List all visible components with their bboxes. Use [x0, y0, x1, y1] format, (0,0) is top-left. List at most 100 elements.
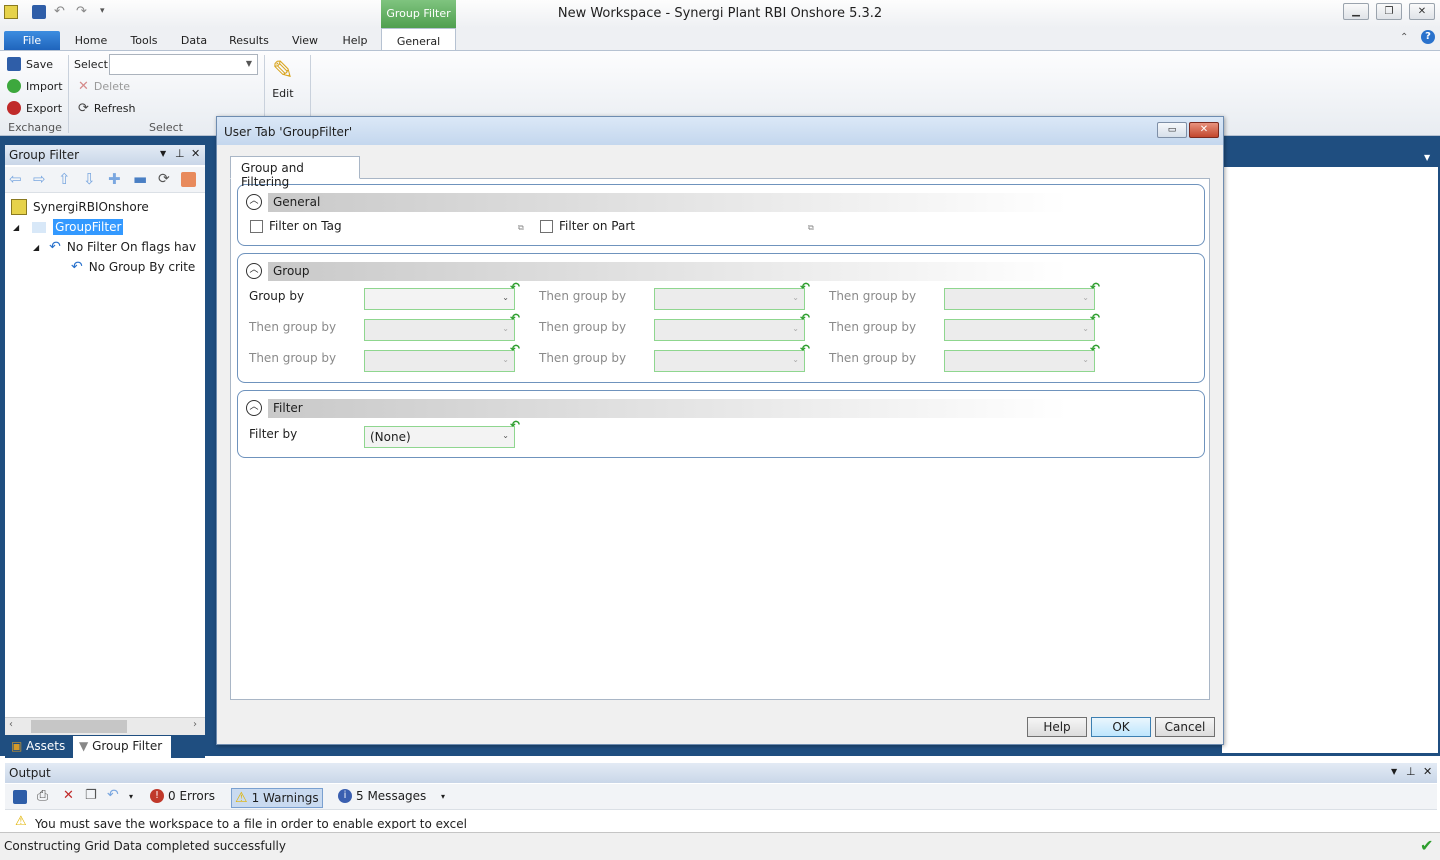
dialog-tab-content: ︿ General Filter on Tag ⧉ Filter on Part… — [230, 178, 1210, 700]
tree-item-no-filter[interactable]: ◢ ↶ No Filter On flags hav — [33, 239, 196, 255]
tab-data[interactable]: Data — [174, 31, 214, 50]
filter-by-dropdown[interactable]: (None) ⌄ — [364, 426, 515, 448]
reset-arrow-icon[interactable]: ↶ — [510, 281, 520, 293]
back-arrow-icon[interactable]: ⇦ — [9, 172, 24, 187]
print-icon[interactable]: ⎙ — [37, 788, 48, 804]
tab-tools[interactable]: Tools — [122, 31, 166, 50]
reset-arrow-icon[interactable]: ↶ — [800, 281, 810, 293]
refresh-icon[interactable]: ⟳ — [158, 172, 173, 187]
pin-icon[interactable]: ⧉ — [808, 223, 814, 233]
clear-icon[interactable]: ✕ — [63, 788, 74, 803]
chevron-down-icon: ⌄ — [1082, 355, 1089, 364]
pin-icon[interactable]: ⧉ — [518, 223, 524, 233]
reset-arrow-icon[interactable]: ↶ — [510, 419, 520, 431]
messages-filter[interactable]: i 5 Messages — [335, 788, 429, 804]
import-button[interactable]: Import — [7, 79, 63, 93]
dialog-close-button[interactable]: ✕ — [1189, 122, 1219, 138]
copy-icon[interactable]: ❐ — [85, 788, 97, 803]
stop-icon[interactable] — [181, 172, 196, 187]
undo-icon[interactable]: ↶ — [107, 787, 119, 803]
tree-item-groupfilter[interactable]: ◢ GroupFilter — [13, 219, 124, 235]
document-list-icon[interactable]: ▼ — [1424, 153, 1430, 162]
group-by-dropdown[interactable]: ⌄ — [654, 350, 805, 372]
reset-arrow-icon[interactable]: ↶ — [1090, 281, 1100, 293]
horizontal-scrollbar[interactable]: ‹ › — [5, 717, 205, 735]
remove-icon[interactable]: ▬ — [133, 172, 148, 187]
help-icon[interactable]: ? — [1421, 30, 1435, 44]
group-by-label: Then group by — [249, 320, 337, 334]
group-by-dropdown[interactable]: ⌄ — [364, 319, 515, 341]
filter-on-part-checkbox[interactable] — [540, 220, 553, 233]
select-dropdown[interactable]: ▼ — [109, 54, 258, 75]
group-by-dropdown[interactable]: ⌄ — [944, 288, 1095, 310]
tree-root[interactable]: SynergiRBIOnshore — [11, 199, 149, 215]
tab-file[interactable]: File — [4, 31, 60, 50]
cancel-button[interactable]: Cancel — [1155, 717, 1215, 737]
panel-menu-icon[interactable]: ▼ — [1391, 767, 1397, 776]
tab-general[interactable]: General — [381, 28, 456, 50]
collapse-icon[interactable]: ︿ — [246, 400, 262, 416]
forward-arrow-icon[interactable]: ⇨ — [33, 172, 48, 187]
group-by-dropdown[interactable]: ⌄ — [364, 288, 515, 310]
up-arrow-icon[interactable]: ⇧ — [58, 172, 73, 187]
save-button[interactable]: Save — [7, 57, 53, 71]
reset-arrow-icon[interactable]: ↶ — [510, 343, 520, 355]
add-icon[interactable]: ✚ — [108, 172, 123, 187]
restore-button[interactable]: ❐ — [1376, 3, 1402, 20]
toolbar-overflow-icon[interactable]: ▾ — [441, 792, 445, 801]
reset-arrow-icon[interactable]: ↶ — [800, 312, 810, 324]
group-by-dropdown[interactable]: ⌄ — [944, 350, 1095, 372]
reset-arrow-icon[interactable]: ↶ — [510, 312, 520, 324]
group-by-dropdown[interactable]: ⌄ — [364, 350, 515, 372]
tab-home[interactable]: Home — [68, 31, 114, 50]
export-button[interactable]: Export — [7, 101, 62, 115]
ribbon-tab-row: File Home Tools Data Results View Help G… — [0, 28, 1440, 50]
close-button[interactable]: ✕ — [1409, 3, 1435, 20]
group-by-dropdown[interactable]: ⌄ — [654, 288, 805, 310]
tab-results[interactable]: Results — [222, 31, 276, 50]
reset-arrow-icon[interactable]: ↶ — [1090, 312, 1100, 324]
tree-item-no-group[interactable]: ↶ No Group By crite — [71, 259, 195, 275]
section-header: General — [268, 193, 1068, 212]
message-icon: i — [338, 789, 352, 803]
ok-button[interactable]: OK — [1091, 717, 1151, 737]
collapse-icon[interactable]: ︿ — [246, 263, 262, 279]
reset-arrow-icon[interactable]: ↶ — [1090, 343, 1100, 355]
dialog-restore-button[interactable]: ▭ — [1157, 122, 1187, 138]
refresh-button[interactable]: ⟳ Refresh — [78, 101, 135, 116]
save-icon[interactable] — [13, 790, 27, 804]
expand-triangle-icon[interactable]: ◢ — [33, 243, 39, 252]
errors-filter[interactable]: ! 0 Errors — [147, 788, 218, 804]
group-by-dropdown[interactable]: ⌄ — [944, 319, 1095, 341]
panel-menu-icon[interactable]: ▼ — [160, 149, 166, 158]
dropdown-icon[interactable]: ▾ — [129, 792, 133, 801]
warnings-filter[interactable]: ⚠ 1 Warnings — [231, 788, 323, 808]
chevron-down-icon: ⌄ — [502, 431, 509, 440]
help-button[interactable]: Help — [1027, 717, 1087, 737]
close-icon[interactable]: ✕ — [191, 147, 200, 160]
tab-view[interactable]: View — [284, 31, 326, 50]
pin-icon[interactable]: ⊥ — [1406, 765, 1416, 778]
delete-button[interactable]: ✕ Delete — [78, 79, 130, 94]
output-row[interactable]: You must save the workspace to a file in… — [35, 817, 467, 829]
tab-group-filter[interactable]: ▼ Group Filter — [73, 736, 171, 758]
tab-assets[interactable]: ▣ Assets — [5, 736, 73, 758]
filter-on-tag-checkbox[interactable] — [250, 220, 263, 233]
collapse-icon[interactable]: ︿ — [246, 194, 262, 210]
scroll-left-icon[interactable]: ‹ — [9, 719, 13, 730]
panel-header: Group Filter ▼ ⊥ ✕ — [5, 145, 205, 165]
minimize-button[interactable]: ▁ — [1343, 3, 1369, 20]
filter-by-label: Filter by — [249, 427, 298, 441]
edit-button[interactable]: ✎ Edit — [272, 57, 294, 100]
reset-arrow-icon[interactable]: ↶ — [800, 343, 810, 355]
expand-triangle-icon[interactable]: ◢ — [13, 223, 19, 232]
tab-help[interactable]: Help — [334, 31, 376, 50]
pin-icon[interactable]: ⊥ — [175, 147, 185, 160]
scroll-right-icon[interactable]: › — [193, 719, 197, 730]
close-icon[interactable]: ✕ — [1423, 765, 1432, 778]
group-by-dropdown[interactable]: ⌄ — [654, 319, 805, 341]
tab-group-and-filtering[interactable]: Group and Filtering — [230, 156, 360, 189]
scroll-thumb[interactable] — [31, 720, 127, 733]
down-arrow-icon[interactable]: ⇩ — [83, 172, 98, 187]
ribbon-collapse-icon[interactable]: ⌃ — [1400, 32, 1408, 43]
